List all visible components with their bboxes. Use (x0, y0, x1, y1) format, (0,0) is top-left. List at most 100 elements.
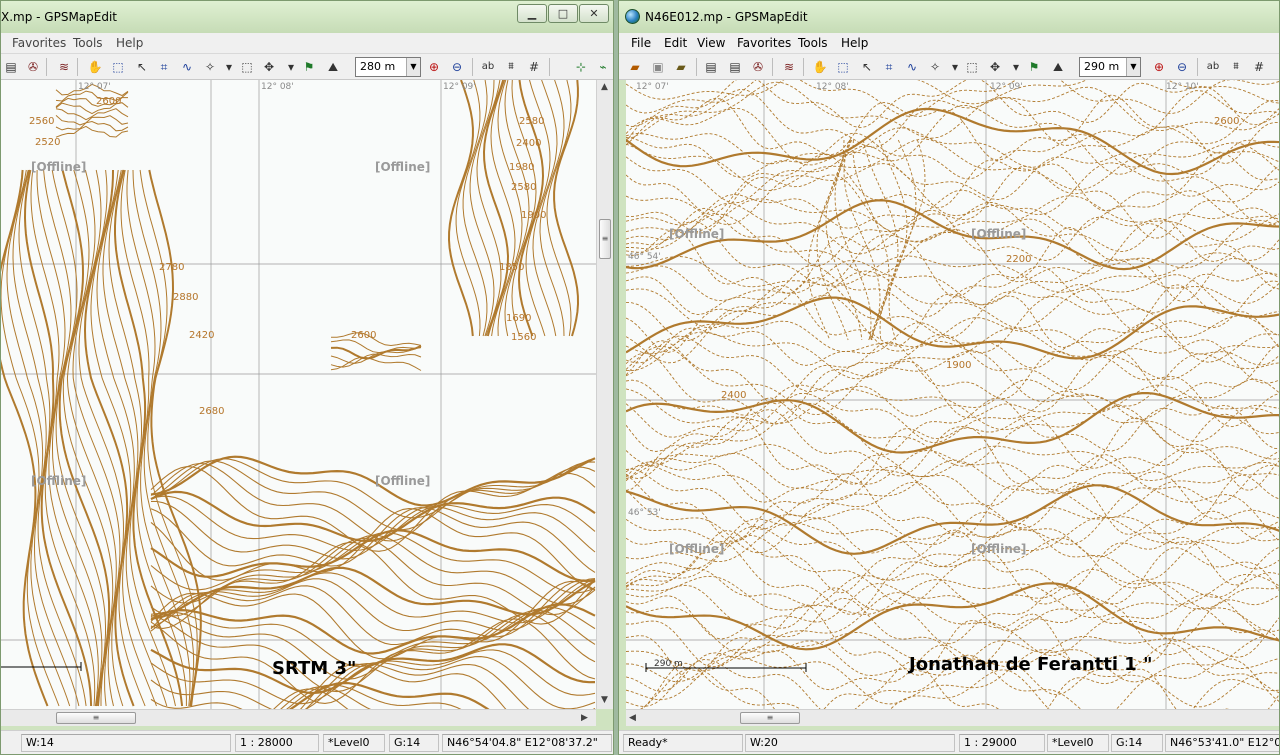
left-titlebar[interactable]: X.mp - GPSMapEdit ▁ □ ✕ (1, 1, 613, 33)
hand-pan-icon[interactable]: ✋ (85, 57, 105, 77)
left-hscroll-thumb[interactable]: ≡ (56, 712, 136, 724)
connect-icon[interactable]: ⌁ (593, 57, 613, 77)
dropdown-arrow-icon-2[interactable]: ▾ (1006, 57, 1026, 77)
properties-icon[interactable]: ▤ (1, 57, 21, 77)
right-status-scale: 1 : 29000 (959, 734, 1045, 752)
index-contour-line (626, 296, 1279, 360)
contour-label: 1900 (521, 210, 547, 221)
labels-toggle-icon[interactable]: ab (1203, 57, 1223, 77)
add-node-icon[interactable]: ⊹ (571, 57, 591, 77)
contour-line (150, 460, 596, 531)
minimize-icon[interactable]: ▁ (517, 4, 547, 23)
menu-tools[interactable]: Tools (73, 36, 103, 50)
contour-label: 1850 (499, 262, 525, 273)
hand-pan-icon[interactable]: ✋ (810, 57, 830, 77)
edit-node-icon[interactable]: ⌗ (879, 57, 899, 77)
contour-line (150, 529, 596, 583)
left-scale-select[interactable]: 280 m ▼ (355, 57, 421, 77)
menu-file[interactable]: File (631, 36, 651, 50)
menu-favorites[interactable]: Favorites (737, 36, 791, 50)
right-titlebar[interactable]: N46E012.mp - GPSMapEdit (619, 1, 1279, 33)
track-icon[interactable]: ≋ (54, 57, 74, 77)
menu-favorites[interactable]: Favorites (12, 36, 66, 50)
grid-icon[interactable]: # (524, 57, 544, 77)
contour-label: 2520 (35, 137, 61, 148)
menu-help[interactable]: Help (841, 36, 868, 50)
edit-node-icon[interactable]: ⌗ (154, 57, 174, 77)
close-icon[interactable]: ✕ (579, 4, 609, 23)
scalebar-label: 290 m (654, 659, 683, 669)
right-scale-select[interactable]: 290 m ▼ (1079, 57, 1141, 77)
left-coord-label-1: 12° 07' (78, 82, 111, 92)
grid-icon[interactable]: # (1249, 57, 1269, 77)
gps-icon[interactable]: ✇ (23, 57, 43, 77)
right-scale-value: 290 m (1084, 60, 1120, 73)
magic-wand-icon[interactable]: ✧ (200, 57, 220, 77)
left-toolbar: ▤ ✇ ≋ ✋ ⬚ ↖ ⌗ ∿ ✧ ▾ ⬚ ✥ ▾ ⚑ ⛰ 280 m ▼ ⊕ … (1, 54, 613, 80)
contour-label: 1980 (509, 162, 535, 173)
elevation-icon[interactable]: ⩩ (1226, 57, 1246, 77)
menu-tools[interactable]: Tools (798, 36, 828, 50)
left-coord-label-3: 12° 09' (443, 82, 476, 92)
contour-line (132, 169, 195, 707)
left-status-g: G:14 (389, 734, 439, 752)
polyline-icon[interactable]: ∿ (902, 57, 922, 77)
polyline-icon[interactable]: ∿ (177, 57, 197, 77)
right-hscroll-thumb[interactable]: ≡ (740, 712, 800, 724)
left-vscroll-thumb[interactable]: ≡ (599, 219, 611, 259)
zoom-in-icon[interactable]: ⊕ (424, 57, 444, 77)
zoom-out-icon[interactable]: ⊖ (447, 57, 467, 77)
rect-select-icon[interactable]: ⬚ (237, 57, 257, 77)
zoom-rect-icon[interactable]: ⬚ (108, 57, 128, 77)
contour-line (626, 568, 1279, 609)
contour-line (447, 80, 474, 337)
zoom-rect-icon[interactable]: ⬚ (833, 57, 853, 77)
left-status-scale: 1 : 28000 (235, 734, 319, 752)
dropdown-arrow-icon[interactable]: ▾ (219, 57, 239, 77)
dropdown-arrow-icon-2[interactable]: ▾ (281, 57, 301, 77)
folder-icon[interactable]: ▰ (671, 57, 691, 77)
flag-icon[interactable]: ⚑ (1024, 57, 1044, 77)
zoom-in-icon[interactable]: ⊕ (1149, 57, 1169, 77)
elevation-icon[interactable]: ⩩ (501, 57, 521, 77)
scroll-down-icon[interactable]: ▼ (601, 695, 608, 705)
left-vertical-scrollbar[interactable]: ▲ ≡ ▼ (596, 80, 613, 709)
menu-help[interactable]: Help (116, 36, 143, 50)
track-icon[interactable]: ≋ (779, 57, 799, 77)
right-map-view[interactable]: 12° 07' 12° 08' 12° 09' 12° 10' 46° 54' … (626, 80, 1279, 709)
maximize-icon[interactable]: □ (548, 4, 578, 23)
magic-wand-icon[interactable]: ✧ (925, 57, 945, 77)
left-map-canvas[interactable] (1, 80, 596, 709)
scroll-left-icon[interactable]: ◀ (629, 713, 636, 723)
zoom-out-icon[interactable]: ⊖ (1172, 57, 1192, 77)
contour-label: 2400 (721, 390, 747, 401)
move-icon[interactable]: ✥ (985, 57, 1005, 77)
right-horizontal-scrollbar[interactable]: ◀ ≡ (626, 709, 1279, 726)
properties-icon[interactable]: ▤ (701, 57, 721, 77)
rect-select-icon[interactable]: ⬚ (962, 57, 982, 77)
menu-view[interactable]: View (697, 36, 725, 50)
labels-toggle-icon[interactable]: ab (478, 57, 498, 77)
scroll-up-icon[interactable]: ▲ (601, 82, 608, 92)
ruler-icon[interactable]: ⛰ (1048, 57, 1068, 77)
move-icon[interactable]: ✥ (259, 57, 279, 77)
contour-line (150, 508, 596, 591)
contour-label: 2560 (29, 116, 55, 127)
save-icon[interactable]: ▣ (648, 57, 668, 77)
flag-icon[interactable]: ⚑ (299, 57, 319, 77)
contour-line (150, 455, 596, 507)
left-horizontal-scrollbar[interactable]: ≡ ▶ (1, 709, 596, 726)
print-icon[interactable]: ▤ (725, 57, 745, 77)
chevron-down-icon: ▼ (1126, 58, 1140, 76)
gps-icon[interactable]: ✇ (748, 57, 768, 77)
open-folder-icon[interactable]: ▰ (625, 57, 645, 77)
ruler-icon[interactable]: ⛰ (323, 57, 343, 77)
select-arrow-icon[interactable]: ↖ (132, 57, 152, 77)
contour-label: 2400 (516, 138, 542, 149)
contour-line (150, 649, 596, 705)
scroll-right-icon[interactable]: ▶ (581, 713, 588, 723)
left-map-view[interactable]: 12° 07' 12° 08' 12° 09' [Offline] [Offli… (1, 80, 596, 709)
contour-line (12, 169, 80, 707)
menu-edit[interactable]: Edit (664, 36, 687, 50)
select-arrow-icon[interactable]: ↖ (857, 57, 877, 77)
